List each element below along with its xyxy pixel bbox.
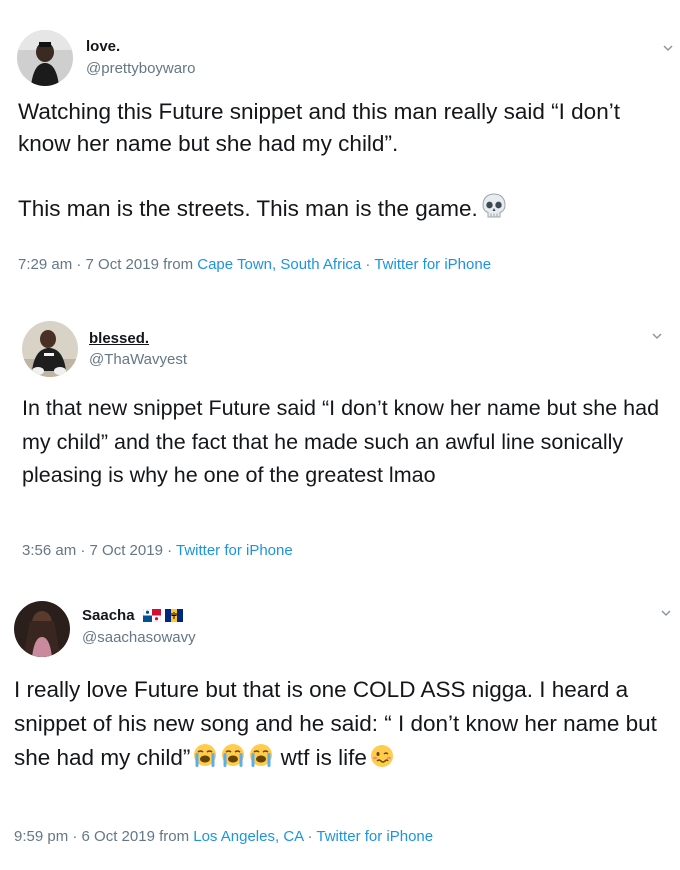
display-name[interactable]: love. [86, 38, 120, 55]
woozy-face-icon [369, 743, 395, 779]
loudly-crying-face-icon [220, 743, 246, 779]
user-handle[interactable]: @ThaWavyest [89, 351, 187, 368]
separator: · [162, 542, 176, 559]
tweet-text: In that new snippet Future said “I don’t… [22, 396, 660, 487]
location-link[interactable]: Cape Town, South Africa [197, 256, 361, 273]
avatar[interactable] [17, 30, 73, 86]
tweet-text: Watching this Future snippet and this ma… [18, 96, 668, 229]
source-link[interactable]: Twitter for iPhone [374, 256, 491, 273]
avatar[interactable] [14, 601, 70, 657]
tweet: blessed. @ThaWavyest In that new snippet… [0, 300, 680, 572]
loudly-crying-face-icon [248, 743, 274, 779]
display-name[interactable]: Saacha [82, 607, 183, 626]
chevron-down-icon[interactable] [651, 330, 663, 342]
display-name-label: Saacha [82, 607, 135, 624]
tweet-text-tail: wtf is life [274, 745, 367, 770]
skull-icon [480, 192, 508, 229]
user-handle[interactable]: @prettyboywaro [86, 60, 195, 77]
loudly-crying-face-icon [192, 743, 218, 779]
display-name-label: blessed. [89, 330, 150, 347]
location-link[interactable]: Los Angeles, CA [193, 828, 303, 845]
tweet-text-content: Watching this Future snippet and this ma… [18, 99, 620, 221]
source-link[interactable]: Twitter for iPhone [176, 542, 293, 559]
timestamp[interactable]: 3:56 am · 7 Oct 2019 [22, 542, 163, 559]
user-handle[interactable]: @saachasowavy [82, 629, 196, 646]
tweet-meta: 7:29 am · 7 Oct 2019 from Cape Town, Sou… [18, 256, 491, 273]
separator: · [361, 256, 375, 273]
tweet-text: I really love Future but that is one COL… [14, 673, 674, 779]
chevron-down-icon[interactable] [662, 42, 674, 54]
chevron-down-icon[interactable] [660, 607, 672, 619]
barbados-flag-icon [164, 609, 183, 626]
timestamp[interactable]: 9:59 pm · 6 Oct 2019 from [14, 828, 193, 845]
avatar[interactable] [22, 321, 78, 377]
source-link[interactable]: Twitter for iPhone [316, 828, 433, 845]
display-name[interactable]: blessed. [89, 330, 149, 347]
timestamp[interactable]: 7:29 am · 7 Oct 2019 from [18, 256, 197, 273]
panama-flag-icon [142, 608, 161, 626]
tweet-meta: 3:56 am · 7 Oct 2019 · Twitter for iPhon… [22, 542, 293, 559]
tweet: Saacha @saachasowavy I really love Futur… [0, 585, 680, 870]
tweet: love. @prettyboywaro Watching this Futur… [0, 0, 680, 290]
tweet-meta: 9:59 pm · 6 Oct 2019 from Los Angeles, C… [14, 828, 433, 845]
separator: · [303, 828, 317, 845]
